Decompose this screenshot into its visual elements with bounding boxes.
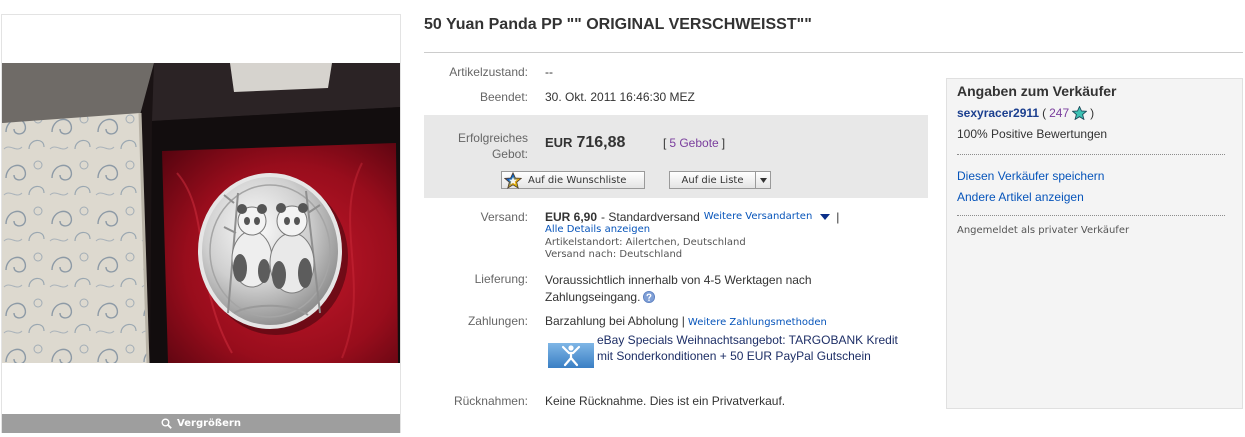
- shipping-separator: |: [836, 210, 840, 224]
- shipping-label: Versand:: [480, 210, 528, 224]
- promo-jump-icon[interactable]: [548, 343, 594, 368]
- item-title: 50 Yuan Panda PP "" ORIGINAL VERSCHWEISS…: [424, 16, 812, 33]
- ended-value: 30. Okt. 2011 16:46:30 MEZ: [545, 90, 695, 104]
- payment-method-text: Barzahlung bei Abholung |: [545, 314, 685, 328]
- payments-label: Zahlungen:: [467, 314, 528, 328]
- winning-bid-price: EUR 716,88: [545, 134, 625, 152]
- seller-divider: [957, 154, 1225, 155]
- bid-count-open-bracket: [: [663, 136, 667, 150]
- add-to-list-button[interactable]: Auf die Liste: [669, 171, 771, 189]
- shipping-details-link[interactable]: Alle Details anzeigen: [545, 224, 650, 236]
- ships-to: Versand nach: Deutschland: [545, 249, 683, 260]
- promo-link[interactable]: eBay Specials Weihnachtsangebot: TARGOBA…: [597, 332, 901, 364]
- returns-label: Rücknahmen:: [453, 394, 528, 408]
- delivery-label: Lieferung:: [474, 272, 528, 286]
- condition-value: --: [545, 65, 553, 79]
- help-icon[interactable]: [643, 291, 656, 303]
- winning-bid-box: Erfolgreiches Gebot: EUR 716,88 [5 Gebote…: [424, 115, 928, 198]
- enlarge-label: Vergrößern: [177, 418, 241, 429]
- item-location: Artikelstandort: Ailertchen, Deutschland: [545, 237, 746, 248]
- payment-methods: Barzahlung bei Abholung | Weitere Zahlung…: [545, 314, 827, 330]
- title-divider: [424, 52, 1243, 53]
- shipping-price: EUR 6,90: [545, 210, 598, 224]
- seller-name-link[interactable]: sexyracer2911: [957, 105, 1039, 121]
- condition-label: Artikelzustand:: [449, 65, 528, 79]
- magnifier-icon: [161, 418, 172, 429]
- bid-history-link[interactable]: 5 Gebote: [669, 136, 718, 150]
- bid-currency: EUR: [545, 135, 573, 150]
- bid-amount: 716,88: [576, 134, 626, 151]
- save-seller-link[interactable]: Diesen Verkäufer speichern: [957, 169, 1104, 183]
- more-payment-methods-link[interactable]: Weitere Zahlungsmethoden: [688, 317, 827, 328]
- bid-count: [5 Gebote]: [663, 135, 725, 151]
- shipping-service: - Standardversand: [601, 210, 700, 224]
- item-image-panel: Vergrößern: [1, 14, 401, 433]
- delivery-estimate: Voraussichtlich innerhalb von 4-5 Werkta…: [545, 272, 845, 306]
- other-items-link[interactable]: Andere Artikel anzeigen: [957, 190, 1084, 204]
- seller-divider: [957, 215, 1225, 216]
- enlarge-button[interactable]: Vergrößern: [2, 414, 400, 433]
- add-to-list-label: Auf die Liste: [681, 174, 744, 186]
- ended-label: Beendet:: [479, 90, 528, 104]
- wishlist-star-icon: [504, 171, 522, 189]
- feedback-close-paren: ): [1090, 106, 1095, 120]
- more-shipping-options-link[interactable]: Weitere Versandarten: [704, 210, 813, 224]
- returns-value: Keine Rücknahme. Dies ist ein Privatverk…: [545, 394, 786, 408]
- feedback-score-link[interactable]: 247: [1049, 105, 1069, 121]
- shipping-options-arrow-icon[interactable]: [820, 214, 831, 220]
- add-to-list-dropdown[interactable]: [755, 172, 770, 188]
- seller-name-line: sexyracer2911 ( 247 ): [957, 105, 1097, 121]
- seller-positive-feedback: 100% Positive Bewertungen: [957, 127, 1108, 141]
- seller-info-box: Angaben zum Verkäufer sexyracer2911 ( 24…: [946, 78, 1243, 409]
- winning-bid-label: Erfolgreiches Gebot:: [457, 131, 528, 161]
- add-to-watchlist-label: Auf die Wunschliste: [528, 174, 627, 186]
- shipping-summary: EUR 6,90 - Standardversand Weitere Versa…: [545, 210, 839, 224]
- feedback-open-paren: (: [1042, 106, 1047, 120]
- dropdown-arrow-icon: [759, 177, 767, 183]
- seller-heading: Angaben zum Verkäufer: [957, 83, 1117, 99]
- add-to-watchlist-button[interactable]: Auf die Wunschliste: [501, 171, 645, 189]
- delivery-text: Voraussichtlich innerhalb von 4-5 Werkta…: [545, 273, 812, 304]
- private-seller-note: Angemeldet als privater Verkäufer: [957, 225, 1130, 236]
- item-photo[interactable]: [2, 63, 400, 363]
- bid-count-close-bracket: ]: [721, 136, 726, 150]
- feedback-star-icon[interactable]: [1072, 106, 1088, 120]
